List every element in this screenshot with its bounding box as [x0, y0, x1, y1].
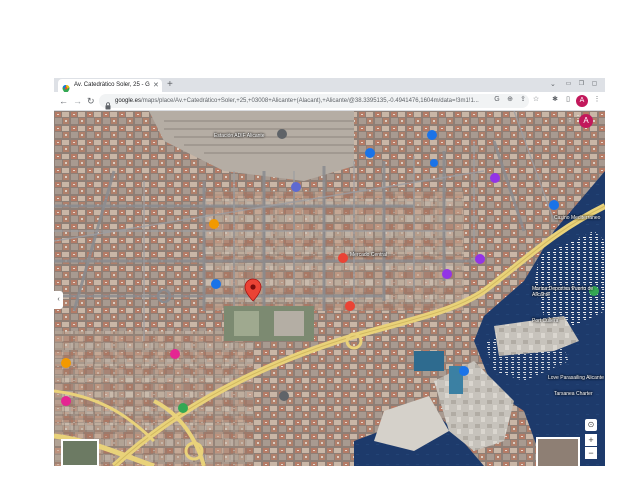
reload-button[interactable]: ↻: [87, 95, 95, 107]
back-button[interactable]: ←: [59, 95, 68, 107]
close-window-icon[interactable]: ▢: [590, 80, 599, 88]
bookmark-star-icon[interactable]: ☆: [531, 95, 541, 105]
zoom-out-button[interactable]: −: [585, 447, 597, 459]
url-text: google.es/maps/place/Av.+Catedrático+Sol…: [115, 96, 527, 106]
street-view-thumbnail[interactable]: [536, 437, 580, 466]
tab-google-maps[interactable]: Av. Catedràtico Soler, 25 - Google Maps …: [58, 79, 162, 94]
menu-kebab-icon[interactable]: ⋮: [592, 95, 602, 105]
google-lens-icon[interactable]: G: [492, 95, 502, 105]
satellite-map[interactable]: Estación ADIF Alicante Mercado Central C…: [54, 111, 605, 466]
label-tarsanea[interactable]: Tarsanea Charter: [554, 391, 593, 397]
layers-toggle-button[interactable]: [61, 439, 99, 466]
tab-search-chevron-icon[interactable]: ⌄: [550, 80, 556, 90]
url-host: google.es: [115, 98, 142, 104]
browser-toolbar: ← → ↻ google.es/maps/place/Av.+Catedráti…: [54, 92, 605, 111]
label-love-parasailing[interactable]: Love Parasailing Alicante: [548, 375, 604, 381]
label-marina[interactable]: Marina Deportiva Puerto de Alicante: [532, 286, 602, 298]
map-profile-avatar[interactable]: A: [579, 114, 593, 128]
forward-button[interactable]: →: [73, 95, 82, 107]
label-mercado[interactable]: Mercado Central: [350, 252, 387, 258]
my-location-icon[interactable]: ⊙: [585, 419, 597, 431]
label-casino[interactable]: Casino Mediterraneo: [554, 215, 600, 221]
collapse-side-panel-button[interactable]: ‹: [54, 291, 63, 309]
tab-strip: Av. Catedràtico Soler, 25 - Google Maps …: [54, 78, 605, 94]
profile-avatar[interactable]: A: [576, 95, 588, 107]
apps-grid-icon[interactable]: ⋮⋮: [566, 113, 582, 125]
google-maps-pin-icon: [62, 81, 70, 94]
url-path: /maps/place/Av.+Catedrático+Soler,+25,+0…: [141, 98, 479, 104]
new-tab-button[interactable]: +: [167, 79, 173, 91]
tab-close-icon[interactable]: ✕: [153, 81, 159, 90]
label-estacion-alicante[interactable]: Estación ADIF Alicante: [214, 133, 265, 139]
satellite-imagery: [54, 111, 605, 466]
label-port-cullera[interactable]: Port Cullera: [532, 318, 558, 324]
browser-window: Av. Catedràtico Soler, 25 - Google Maps …: [54, 78, 605, 466]
install-app-icon[interactable]: ⊕: [505, 95, 515, 105]
minimize-window-icon[interactable]: ▭: [564, 80, 573, 88]
tab-title: Av. Catedràtico Soler, 25 - Google Maps: [74, 82, 150, 88]
extensions-puzzle-icon[interactable]: ✱: [550, 95, 560, 105]
restore-window-icon[interactable]: ❐: [577, 80, 586, 88]
share-icon[interactable]: ⇪: [518, 95, 528, 105]
side-panel-icon[interactable]: ▯: [563, 95, 573, 105]
zoom-in-button[interactable]: +: [585, 434, 597, 446]
address-bar[interactable]: google.es/maps/place/Av.+Catedrático+Sol…: [99, 94, 529, 110]
